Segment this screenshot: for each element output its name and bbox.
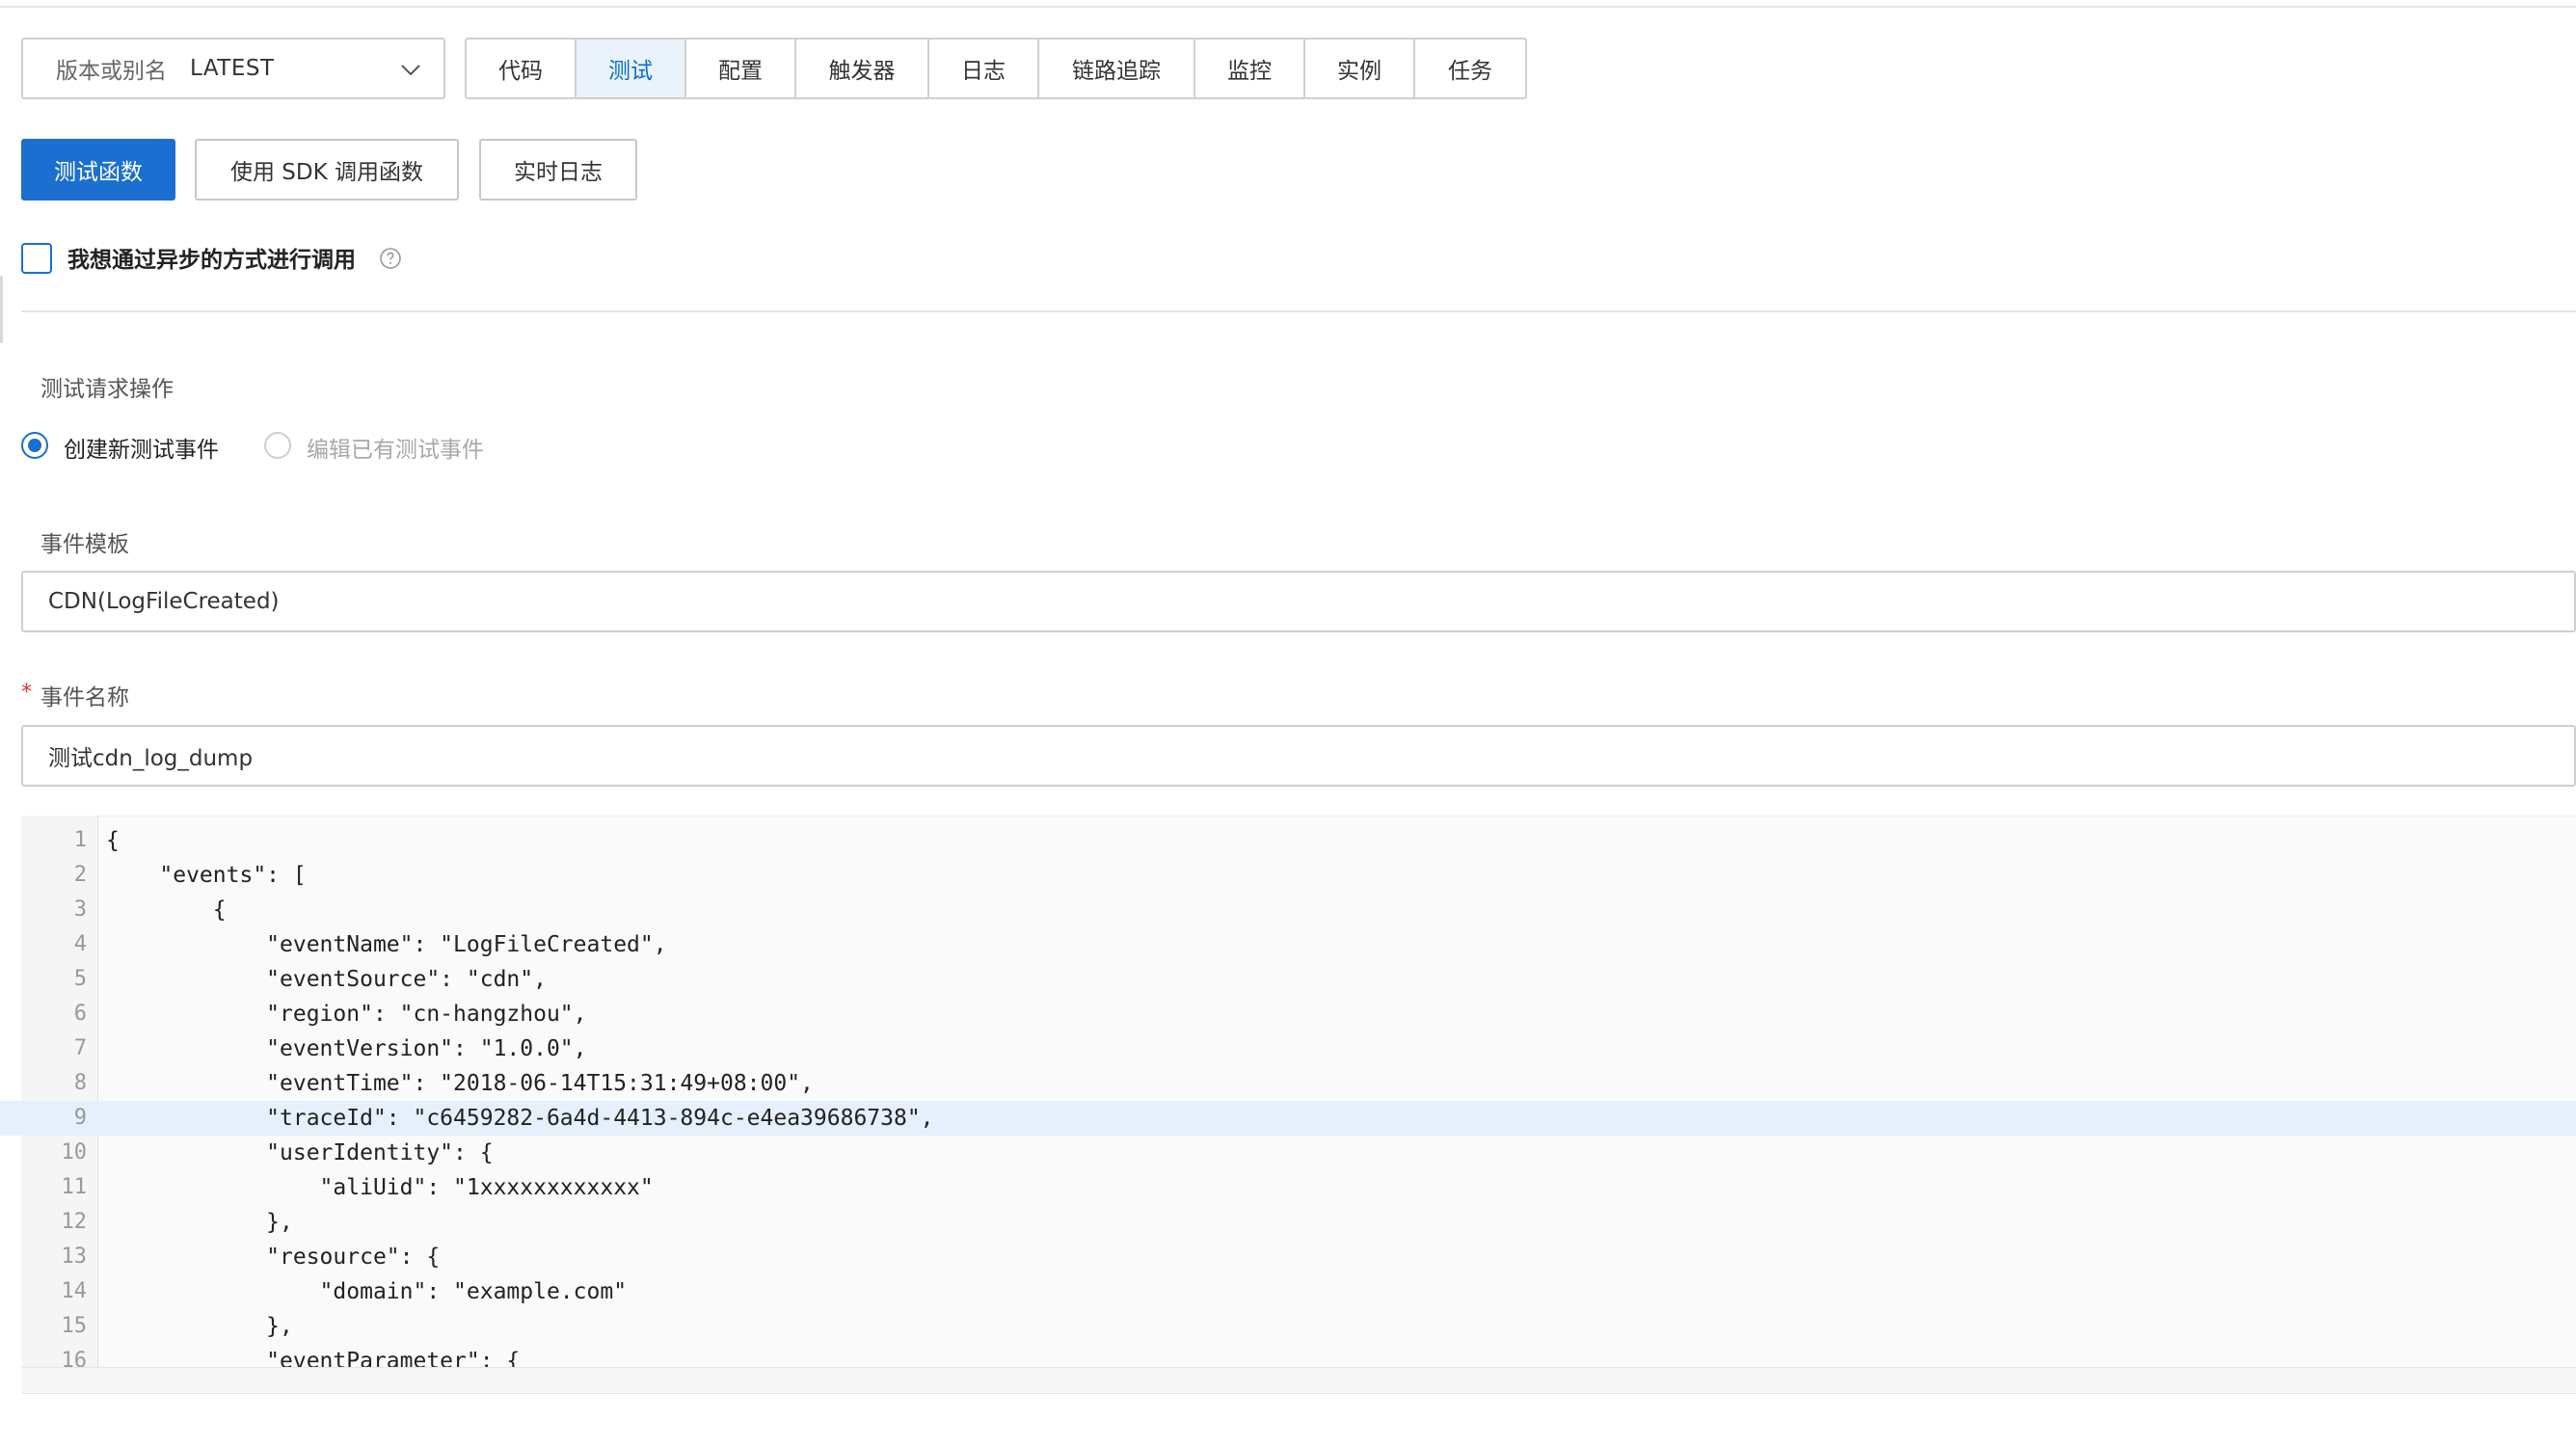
- event-template-select[interactable]: CDN(LogFileCreated): [21, 571, 2576, 632]
- tab-tasks[interactable]: 任务: [1415, 40, 1525, 97]
- line-number: 9: [73, 1106, 87, 1130]
- code-line[interactable]: 11 "aliUid": "1xxxxxxxxxxxx": [0, 1170, 2576, 1205]
- line-number: 14: [61, 1279, 88, 1303]
- code-line[interactable]: 12 },: [0, 1205, 2576, 1240]
- tab-logs[interactable]: 日志: [929, 40, 1039, 97]
- line-number: 8: [73, 1071, 87, 1095]
- code-lines: 1{2 "events": [3 {4 "eventName": "LogFil…: [0, 823, 2576, 1367]
- async-invoke-label: 我想通过异步的方式进行调用: [67, 248, 356, 273]
- version-label: 版本或别名: [56, 59, 167, 84]
- line-number: 13: [61, 1245, 88, 1269]
- version-alias-select[interactable]: 版本或别名 LATEST: [21, 38, 445, 99]
- section-divider: [21, 310, 2576, 312]
- line-number: 5: [73, 967, 87, 991]
- tab-instances[interactable]: 实例: [1305, 40, 1415, 97]
- version-value: LATEST: [190, 56, 275, 81]
- line-number: 12: [61, 1210, 88, 1234]
- top-border: [0, 6, 2576, 8]
- side-collapse-handle[interactable]: [0, 276, 3, 343]
- tab-tracing[interactable]: 链路追踪: [1039, 40, 1195, 97]
- line-number: 2: [73, 863, 87, 887]
- tab-monitoring[interactable]: 监控: [1195, 40, 1305, 97]
- tab-triggers[interactable]: 触发器: [796, 40, 929, 97]
- test-request-label: 测试请求操作: [40, 377, 174, 402]
- code-text: "eventParameter": {: [106, 1349, 521, 1367]
- code-text: "eventVersion": "1.0.0",: [106, 1036, 587, 1061]
- code-text: },: [106, 1210, 293, 1235]
- code-text: "eventSource": "cdn",: [106, 967, 547, 992]
- line-number: 15: [61, 1314, 88, 1338]
- tab-test[interactable]: 测试: [577, 40, 686, 97]
- tab-config[interactable]: 配置: [686, 40, 796, 97]
- realtime-log-button[interactable]: 实时日志: [479, 139, 637, 201]
- code-line[interactable]: 2 "events": [: [0, 858, 2576, 893]
- code-line[interactable]: 13 "resource": {: [0, 1240, 2576, 1274]
- question-circle-icon[interactable]: [379, 247, 402, 270]
- line-number: 7: [73, 1036, 87, 1060]
- function-tabs: 代码 测试 配置 触发器 日志 链路追踪 监控 实例 任务: [465, 38, 1527, 99]
- code-line[interactable]: 4 "eventName": "LogFileCreated",: [0, 927, 2576, 962]
- code-text: "domain": "example.com": [106, 1279, 628, 1304]
- code-line[interactable]: 5 "eventSource": "cdn",: [0, 962, 2576, 997]
- code-text: "eventName": "LogFileCreated",: [106, 932, 667, 957]
- event-name-label: 事件名称: [40, 685, 129, 710]
- code-line[interactable]: 9 "traceId": "c6459282-6a4d-4413-894c-e4…: [0, 1101, 2576, 1136]
- code-text: "traceId": "c6459282-6a4d-4413-894c-e4ea…: [106, 1106, 934, 1131]
- line-number: 10: [61, 1140, 88, 1165]
- horizontal-scrollbar[interactable]: [21, 1367, 2576, 1394]
- code-line[interactable]: 3 {: [0, 893, 2576, 927]
- line-number: 4: [73, 932, 87, 956]
- line-number: 6: [73, 1002, 87, 1026]
- code-text: "region": "cn-hangzhou",: [106, 1002, 587, 1027]
- code-line[interactable]: 6 "region": "cn-hangzhou",: [0, 997, 2576, 1031]
- code-line[interactable]: 16 "eventParameter": {: [0, 1344, 2576, 1367]
- line-number: 16: [61, 1349, 88, 1367]
- code-text: "userIdentity": {: [106, 1140, 494, 1165]
- code-line[interactable]: 14 "domain": "example.com": [0, 1274, 2576, 1309]
- code-line[interactable]: 1{: [0, 823, 2576, 858]
- test-function-button[interactable]: 测试函数: [21, 139, 175, 201]
- radio-create-new-event-label[interactable]: 创建新测试事件: [64, 431, 219, 464]
- code-line[interactable]: 7 "eventVersion": "1.0.0",: [0, 1031, 2576, 1066]
- line-number: 11: [61, 1175, 88, 1199]
- line-number: 3: [73, 897, 87, 922]
- code-line[interactable]: 15 },: [0, 1309, 2576, 1344]
- code-text: "aliUid": "1xxxxxxxxxxxx": [106, 1175, 654, 1200]
- required-mark: *: [21, 681, 32, 705]
- code-text: },: [106, 1314, 293, 1339]
- code-text: "resource": {: [106, 1245, 441, 1270]
- code-text: "events": [: [106, 863, 307, 888]
- code-line[interactable]: 8 "eventTime": "2018-06-14T15:31:49+08:0…: [0, 1066, 2576, 1101]
- code-line[interactable]: 10 "userIdentity": {: [0, 1136, 2576, 1170]
- chevron-down-icon: [401, 65, 420, 76]
- radio-selected-dot: [28, 439, 41, 452]
- event-template-label: 事件模板: [40, 532, 129, 557]
- code-text: "eventTime": "2018-06-14T15:31:49+08:00"…: [106, 1071, 814, 1096]
- event-name-input[interactable]: 测试cdn_log_dump: [21, 725, 2576, 787]
- code-text: {: [106, 828, 120, 853]
- code-text: {: [106, 897, 227, 923]
- radio-edit-existing-event[interactable]: [264, 432, 291, 459]
- sdk-invoke-button[interactable]: 使用 SDK 调用函数: [195, 139, 459, 201]
- tab-code[interactable]: 代码: [467, 40, 577, 97]
- radio-edit-existing-event-label[interactable]: 编辑已有测试事件: [307, 431, 484, 464]
- radio-create-new-event[interactable]: [21, 432, 48, 459]
- line-number: 1: [73, 828, 87, 852]
- async-invoke-checkbox[interactable]: [21, 243, 52, 274]
